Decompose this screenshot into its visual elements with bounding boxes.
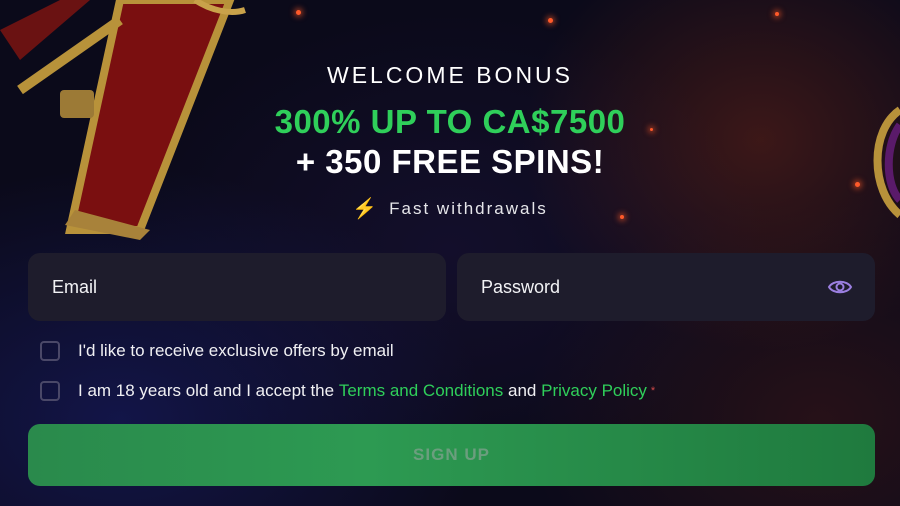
password-field[interactable] bbox=[457, 253, 875, 321]
bonus-amount: 300% UP TO CA$7500 bbox=[274, 103, 626, 140]
offers-label: I'd like to receive exclusive offers by … bbox=[78, 341, 394, 360]
offers-checkbox[interactable] bbox=[40, 341, 60, 361]
free-spins: + 350 FREE SPINS! bbox=[295, 143, 605, 180]
terms-consent: I am 18 years old and I accept the Terms… bbox=[40, 381, 655, 401]
feature-text: Fast withdrawals bbox=[389, 199, 548, 218]
email-input[interactable] bbox=[50, 275, 424, 299]
privacy-link[interactable]: Privacy Policy bbox=[541, 381, 647, 401]
signup-button[interactable]: SIGN UP bbox=[28, 424, 875, 486]
spark bbox=[296, 10, 301, 15]
terms-prefix: I am 18 years old and I accept the bbox=[78, 381, 335, 400]
lightning-bolt-icon: ⚡ bbox=[352, 198, 380, 220]
feature-line: ⚡ Fast withdrawals bbox=[0, 199, 900, 219]
welcome-title: WELCOME BONUS bbox=[326, 62, 574, 88]
terms-and: and bbox=[508, 381, 537, 400]
terms-link[interactable]: Terms and Conditions bbox=[339, 381, 503, 401]
bonus-header: WELCOME BONUS 300% UP TO CA$7500 + 350 F… bbox=[0, 62, 900, 219]
spark bbox=[548, 18, 553, 23]
eye-icon[interactable] bbox=[827, 274, 853, 300]
password-input[interactable] bbox=[479, 275, 827, 299]
spark bbox=[775, 12, 779, 16]
email-field[interactable] bbox=[28, 253, 446, 321]
required-mark: * bbox=[650, 385, 656, 397]
terms-checkbox[interactable] bbox=[40, 381, 60, 401]
offers-consent: I'd like to receive exclusive offers by … bbox=[40, 341, 394, 361]
